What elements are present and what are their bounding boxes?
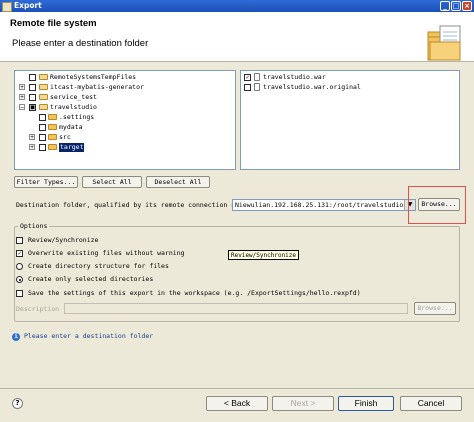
tree-item-label: travelstudio: [50, 103, 97, 111]
file-label: travelstudio.war.original: [263, 83, 361, 91]
tree-item[interactable]: + itcast-mybatis-generator: [15, 83, 235, 92]
overwrite-checkbox[interactable]: ✓: [16, 250, 23, 257]
project-icon: [39, 104, 48, 110]
deselect-all-button[interactable]: Deselect All: [146, 176, 210, 188]
tree-item-label: .settings: [59, 113, 95, 121]
window-title: Export: [14, 1, 42, 10]
tooltip: Review/Synchronize: [228, 250, 300, 260]
file-icon: [254, 83, 260, 91]
review-label: Review/Synchronize: [28, 236, 99, 244]
expand-icon[interactable]: +: [29, 144, 35, 151]
folder-icon: [48, 134, 57, 140]
wizard-header: Remote file system Please enter a destin…: [0, 12, 474, 62]
overwrite-label: Overwrite existing files without warning: [28, 249, 185, 257]
tree-item-checkbox[interactable]: [29, 94, 36, 101]
file-list[interactable]: ✓ travelstudio.war travelstudio.war.orig…: [240, 70, 460, 170]
app-icon: [2, 2, 12, 12]
options-legend: Options: [18, 222, 50, 230]
browse-button[interactable]: Browse...: [418, 198, 460, 211]
tree-item[interactable]: + src: [15, 133, 235, 142]
folder-export-icon: [427, 25, 461, 61]
destination-combo[interactable]: Niewulian.192.168.25.131:/root/travelstu…: [232, 199, 416, 211]
destination-value: Niewulian.192.168.25.131:/root/travelstu…: [235, 201, 404, 209]
next-button[interactable]: Next >: [272, 396, 334, 411]
create-selected-label: Create only selected directories: [28, 275, 154, 283]
file-icon: [254, 73, 260, 81]
project-icon: [39, 84, 48, 90]
destination-label: Destination folder, qualified by its rem…: [16, 201, 251, 209]
project-icon: [39, 74, 48, 80]
description-file-input[interactable]: [64, 303, 408, 314]
list-item[interactable]: ✓ travelstudio.war: [241, 73, 459, 82]
tree-item-checkbox[interactable]: [39, 114, 46, 121]
close-button[interactable]: ×: [462, 1, 472, 11]
tree-item[interactable]: .settings: [15, 113, 235, 122]
file-checkbox[interactable]: ✓: [244, 74, 251, 81]
tree-item-checkbox[interactable]: ■: [29, 104, 36, 111]
tree-item-label: itcast-mybatis-generator: [50, 83, 144, 91]
tree-item-label: service_test: [50, 93, 97, 101]
tree-item-checkbox[interactable]: [29, 74, 36, 81]
tree-item-checkbox[interactable]: [39, 144, 46, 151]
info-icon: i: [12, 333, 20, 341]
review-checkbox[interactable]: [16, 237, 23, 244]
status-text: Please enter a destination folder: [24, 332, 154, 340]
tree-item-label: mydata: [59, 123, 83, 131]
cancel-button[interactable]: Cancel: [400, 396, 462, 411]
file-label: travelstudio.war: [263, 73, 326, 81]
tree-item-label: RemoteSystemsTempFiles: [50, 73, 137, 81]
expand-icon[interactable]: +: [19, 84, 25, 91]
expand-icon[interactable]: +: [29, 134, 35, 141]
tree-item-checkbox[interactable]: [39, 124, 46, 131]
tree-item-label: src: [59, 133, 71, 141]
page-message: Please enter a destination folder: [12, 38, 149, 49]
create-selected-radio[interactable]: [16, 276, 23, 283]
tree-item[interactable]: mydata: [15, 123, 235, 132]
save-settings-checkbox[interactable]: [16, 290, 23, 297]
filter-types-button[interactable]: Filter Types...: [14, 176, 78, 188]
window-title-bar[interactable]: Export _ □ ×: [0, 0, 474, 12]
tree-item-checkbox[interactable]: [29, 84, 36, 91]
tree-item[interactable]: + service_test: [15, 93, 235, 102]
back-button[interactable]: < Back: [206, 396, 268, 411]
tree-item[interactable]: − ■ travelstudio: [15, 103, 235, 112]
page-title: Remote file system: [10, 18, 97, 29]
select-all-button[interactable]: Select All: [82, 176, 142, 188]
create-structure-radio[interactable]: [16, 263, 23, 270]
browse-description-button[interactable]: Browse...: [414, 302, 456, 315]
finish-button[interactable]: Finish: [338, 396, 394, 411]
expand-icon[interactable]: +: [19, 94, 25, 101]
help-icon[interactable]: ?: [12, 398, 23, 409]
folder-icon: [48, 124, 57, 130]
folder-icon: [48, 144, 57, 150]
maximize-button[interactable]: □: [451, 1, 461, 11]
folder-icon: [48, 114, 57, 120]
list-item[interactable]: travelstudio.war.original: [241, 83, 459, 92]
tree-item[interactable]: + target: [15, 143, 235, 152]
save-settings-label: Save the settings of this export in the …: [28, 289, 361, 297]
project-icon: [39, 94, 48, 100]
collapse-icon[interactable]: −: [19, 104, 25, 111]
create-structure-label: Create directory structure for files: [28, 262, 169, 270]
tree-item-label: target: [59, 143, 85, 152]
tree-item[interactable]: RemoteSystemsTempFiles: [15, 73, 235, 82]
file-checkbox[interactable]: [244, 84, 251, 91]
minimize-button[interactable]: _: [440, 1, 450, 11]
tree-item-checkbox[interactable]: [39, 134, 46, 141]
footer-separator: [0, 388, 474, 389]
project-tree[interactable]: RemoteSystemsTempFiles + itcast-mybatis-…: [14, 70, 236, 170]
